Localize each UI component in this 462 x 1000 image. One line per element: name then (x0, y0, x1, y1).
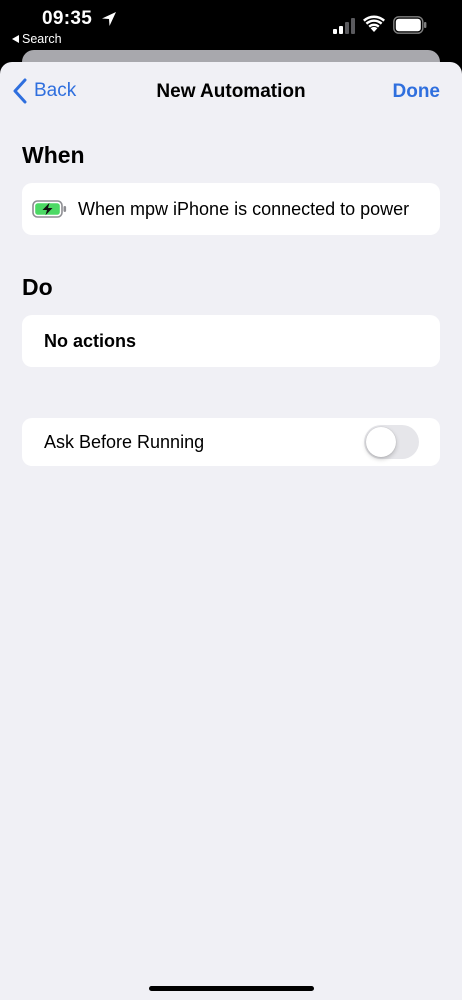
wifi-icon (363, 15, 385, 32)
home-indicator[interactable] (149, 986, 314, 991)
when-heading: When (22, 142, 85, 168)
ask-before-running-toggle[interactable] (364, 425, 419, 459)
done-button[interactable]: Done (393, 81, 441, 103)
actions-card[interactable]: No actions (22, 315, 440, 367)
battery-icon (393, 16, 427, 34)
actions-text: No actions (44, 330, 137, 351)
screen: 09:35 Search Back New Automation Done Wh… (0, 0, 462, 1000)
location-arrow-icon (102, 12, 116, 26)
when-trigger-card[interactable]: When mpw iPhone is connected to power (22, 183, 440, 235)
back-to-app-label: Search (22, 32, 62, 46)
cellular-signal-icon (333, 18, 355, 34)
status-bar: 09:35 Search (0, 0, 462, 50)
toggle-knob (366, 427, 396, 457)
trigger-text: When mpw iPhone is connected to power (78, 198, 410, 219)
ask-before-running-row: Ask Before Running (22, 418, 440, 466)
battery-charging-icon (32, 200, 67, 218)
status-time: 09:35 (42, 8, 93, 29)
automation-sheet: Back New Automation Done When When mpw i… (0, 62, 462, 1000)
back-to-app-link[interactable]: Search (12, 32, 62, 46)
do-heading: Do (22, 274, 53, 300)
ask-before-running-label: Ask Before Running (44, 431, 205, 452)
back-triangle-icon (12, 35, 19, 43)
navigation-bar: Back New Automation Done (0, 62, 462, 122)
